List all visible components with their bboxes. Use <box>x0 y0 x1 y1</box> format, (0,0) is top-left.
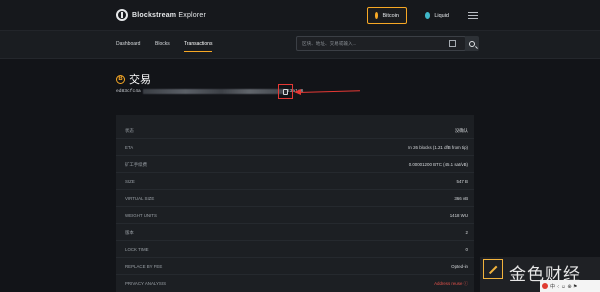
copy-txid-button[interactable] <box>278 84 293 99</box>
main-nav: Dashboard Blocks Transactions <box>0 31 600 59</box>
copy-icon <box>283 88 288 95</box>
detail-label: VIRTUAL SIZE <box>125 196 155 201</box>
qr-scan-icon[interactable] <box>449 40 456 47</box>
top-header: Blockstream Explorer Bitcoin Liquid <box>0 0 600 31</box>
liquid-drop-icon <box>425 12 431 19</box>
blockstream-logo-icon <box>116 9 128 21</box>
brand-light: Explorer <box>176 11 207 19</box>
detail-label: 状态 <box>125 128 134 133</box>
annotation-arrow-line <box>297 90 360 94</box>
network-liquid-button[interactable]: Liquid <box>418 7 456 24</box>
detail-row-weight-units: WEIGHT UNITS 1418 WU <box>116 207 474 224</box>
ime-toolbar: 中 ·: ☺ ⊕ ⚑ <box>540 280 600 292</box>
detail-value: Opted-in <box>451 264 468 269</box>
network-bitcoin-label: Bitcoin <box>382 12 399 19</box>
hamburger-menu-icon[interactable] <box>468 12 478 21</box>
detail-row-virtual-size: VIRTUAL SIZE 366 vB <box>116 190 474 207</box>
detail-row-rbf: REPLACE BY FEE Opted-in <box>116 258 474 275</box>
txid: ed83cfc4a 23a1e6 <box>116 89 303 94</box>
brand-bold: Blockstream <box>132 11 177 19</box>
privacy-analysis-link[interactable]: Address reuse ⓘ <box>434 281 468 287</box>
nav-blocks[interactable]: Blocks <box>155 41 170 47</box>
detail-row-status: 状态 没确认 <box>116 122 474 139</box>
detail-label: ETA <box>125 145 134 150</box>
search-input[interactable] <box>297 37 447 50</box>
detail-value: 366 vB <box>454 196 468 201</box>
search-icon <box>469 40 475 47</box>
network-bitcoin-button[interactable]: Bitcoin <box>367 7 407 24</box>
detail-label: WEIGHT UNITS <box>125 213 157 218</box>
detail-value: 547 B <box>456 179 468 184</box>
detail-row-privacy: PRIVACY ANALYSIS Address reuse ⓘ <box>116 275 474 292</box>
detail-row-lock-time: LOCK TIME 0 <box>116 241 474 258</box>
page-title-text: 交易 <box>129 73 151 86</box>
detail-label: LOCK TIME <box>125 247 149 252</box>
detail-row-size: SIZE 547 B <box>116 173 474 190</box>
bitcoin-coin-icon <box>375 12 379 19</box>
detail-label: 版本 <box>125 230 134 235</box>
detail-label: 矿工手续费 <box>125 162 147 167</box>
detail-value: 0 <box>465 247 468 252</box>
detail-value: 0.00001200 BTC (45.1 sat/vB) <box>408 162 468 167</box>
search-box <box>296 36 466 51</box>
txid-prefix: ed83cfc4a <box>116 89 141 94</box>
detail-label: SIZE <box>125 179 135 184</box>
page-title: B 交易 <box>116 71 151 87</box>
brand-name: Blockstream Explorer <box>132 12 206 19</box>
network-liquid-label: Liquid <box>434 12 449 19</box>
transaction-details: 状态 没确认 ETA In 26 blocks (1.21 dfB from t… <box>116 115 474 292</box>
nav-transactions[interactable]: Transactions <box>184 41 213 52</box>
detail-row-eta: ETA In 26 blocks (1.21 dfB from tip) <box>116 139 474 156</box>
detail-value: 没确认 <box>454 128 468 133</box>
ime-toolbar-text: 中 ·: ☺ ⊕ ⚑ <box>550 283 578 290</box>
txid-redacted <box>142 89 285 94</box>
detail-row-fee: 矿工手续费 0.00001200 BTC (45.1 sat/vB) <box>116 156 474 173</box>
detail-value: In 26 blocks (1.21 dfB from tip) <box>408 145 468 150</box>
nav-dashboard[interactable]: Dashboard <box>116 41 140 47</box>
search-button[interactable] <box>465 36 479 51</box>
detail-label: PRIVACY ANALYSIS <box>125 281 166 286</box>
detail-value: 1418 WU <box>449 213 468 218</box>
ime-logo-icon <box>542 283 548 289</box>
detail-label: REPLACE BY FEE <box>125 264 163 269</box>
detail-row-version: 版本 2 <box>116 224 474 241</box>
jinse-logo-icon <box>483 259 503 279</box>
bitcoin-badge-icon: B <box>116 74 125 84</box>
blockstream-logo[interactable]: Blockstream Explorer <box>116 9 206 21</box>
detail-value: 2 <box>465 230 468 235</box>
